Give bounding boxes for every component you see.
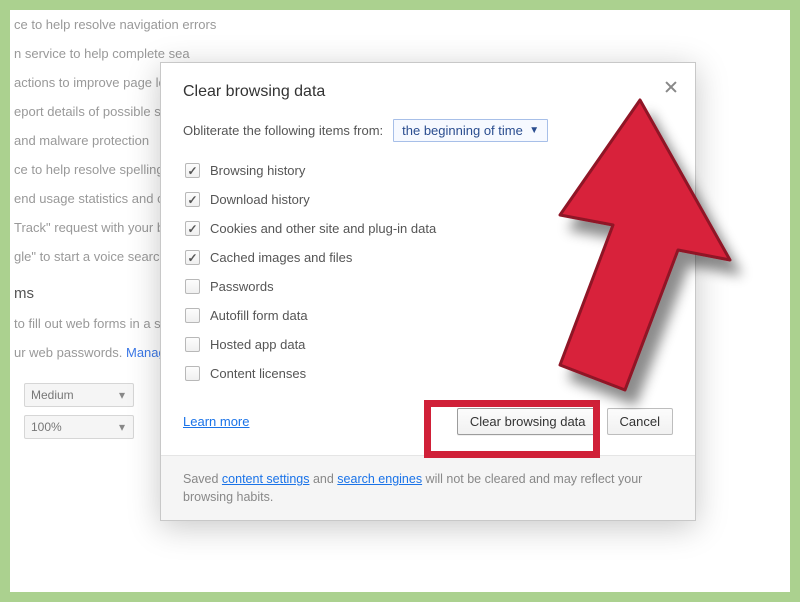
option-label: Autofill form data xyxy=(210,308,308,323)
option-hosted-app-data[interactable]: Hosted app data xyxy=(183,330,673,359)
checkbox-icon[interactable] xyxy=(185,337,200,352)
bg-text-frag: ur web passwords. xyxy=(14,345,126,360)
zoom-select[interactable]: 100% xyxy=(24,415,134,439)
option-label: Browsing history xyxy=(210,163,305,178)
dialog-actions-row: Learn more Clear browsing data Cancel xyxy=(183,388,673,437)
option-cached-files[interactable]: Cached images and files xyxy=(183,243,673,272)
footer-text: and xyxy=(309,472,337,486)
footer-text: Saved xyxy=(183,472,222,486)
dialog-title: Clear browsing data xyxy=(183,83,673,101)
time-range-value: the beginning of time xyxy=(402,123,523,138)
close-icon[interactable] xyxy=(663,79,679,95)
checkbox-icon[interactable] xyxy=(185,308,200,323)
checkbox-icon[interactable] xyxy=(185,192,200,207)
chevron-down-icon: ▼ xyxy=(529,125,539,136)
option-label: Cached images and files xyxy=(210,250,352,265)
option-label: Passwords xyxy=(210,279,274,294)
option-label: Download history xyxy=(210,192,310,207)
checkbox-icon[interactable] xyxy=(185,221,200,236)
option-autofill[interactable]: Autofill form data xyxy=(183,301,673,330)
time-range-row: Obliterate the following items from: the… xyxy=(183,119,673,142)
content-settings-link[interactable]: content settings xyxy=(222,472,310,486)
clear-browsing-data-dialog: Clear browsing data Obliterate the follo… xyxy=(160,62,696,521)
cancel-button[interactable]: Cancel xyxy=(607,408,673,435)
obliterate-label: Obliterate the following items from: xyxy=(183,123,383,138)
dialog-footer: Saved content settings and search engine… xyxy=(161,455,695,520)
checkbox-icon[interactable] xyxy=(185,366,200,381)
option-passwords[interactable]: Passwords xyxy=(183,272,673,301)
search-engines-link[interactable]: search engines xyxy=(337,472,422,486)
dialog-body: Obliterate the following items from: the… xyxy=(161,109,695,455)
bg-text: ce to help resolve navigation errors xyxy=(10,10,800,39)
option-label: Hosted app data xyxy=(210,337,305,352)
option-label: Cookies and other site and plug-in data xyxy=(210,221,436,236)
font-size-select[interactable]: Medium xyxy=(24,383,134,407)
checkbox-icon[interactable] xyxy=(185,250,200,265)
checkbox-icon[interactable] xyxy=(185,279,200,294)
option-browsing-history[interactable]: Browsing history xyxy=(183,156,673,185)
option-content-licenses[interactable]: Content licenses xyxy=(183,359,673,388)
checkbox-icon[interactable] xyxy=(185,163,200,178)
option-download-history[interactable]: Download history xyxy=(183,185,673,214)
dialog-header: Clear browsing data xyxy=(161,63,695,109)
option-label: Content licenses xyxy=(210,366,306,381)
learn-more-link[interactable]: Learn more xyxy=(183,414,249,429)
time-range-select[interactable]: the beginning of time ▼ xyxy=(393,119,548,142)
option-cookies[interactable]: Cookies and other site and plug-in data xyxy=(183,214,673,243)
clear-browsing-data-button[interactable]: Clear browsing data xyxy=(457,408,599,435)
